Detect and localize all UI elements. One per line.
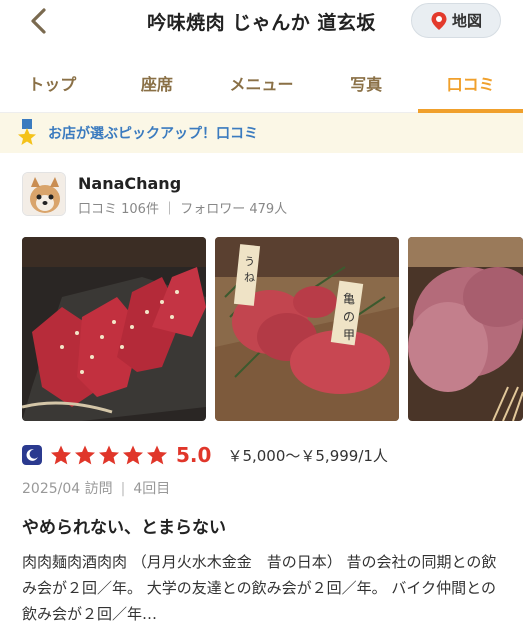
tab-seats[interactable]: 座席 xyxy=(105,57,210,112)
reviewer-name[interactable]: NanaChang xyxy=(78,174,181,193)
dinner-moon-icon xyxy=(22,445,42,465)
svg-text:ね: ね xyxy=(244,271,255,284)
rating-score: 5.0 xyxy=(176,443,212,467)
rating-row: 5.0 ￥5,000～￥5,999/1人 xyxy=(22,442,388,468)
star-icon xyxy=(75,445,95,465)
medal-icon xyxy=(18,119,36,145)
avatar[interactable] xyxy=(22,172,66,216)
map-pin-icon xyxy=(431,11,447,30)
star-icon xyxy=(147,445,167,465)
review-title[interactable]: やめられない、とまらない xyxy=(22,513,226,538)
svg-text:の: の xyxy=(343,310,355,324)
visit-info: 2025/04 訪問 | 4回目 xyxy=(22,478,170,498)
pickup-banner: お店が選ぶピックアップ！口コミ xyxy=(0,113,523,153)
top-bar: 吟味焼肉 じゃんか 道玄坂 地図 xyxy=(0,0,523,46)
star-icon xyxy=(51,445,71,465)
svg-text:亀: 亀 xyxy=(343,292,355,306)
map-button-label: 地図 xyxy=(451,12,482,30)
visit-count: 4回目 xyxy=(133,481,171,497)
svg-text:甲: 甲 xyxy=(343,328,355,342)
review-body[interactable]: 肉肉麺肉酒肉肉 （月月火水木金金 昔の日本） 昔の会社の同期との飲み会が２回／年… xyxy=(22,549,510,627)
star-icon xyxy=(99,445,119,465)
tab-bar: トップ 座席 メニュー 写真 口コミ xyxy=(0,57,523,113)
visit-date: 2025/04 訪問 xyxy=(22,481,113,497)
star-icon xyxy=(123,445,143,465)
map-button[interactable]: 地図 xyxy=(411,3,501,38)
tab-menu[interactable]: メニュー xyxy=(209,57,314,112)
pickup-label: お店が選ぶピックアップ！口コミ xyxy=(48,126,258,142)
review-photo-2[interactable]: う ね 亀 の 甲 xyxy=(215,237,399,421)
visit-separator: | xyxy=(120,481,126,497)
reviewer-meta: 口コミ 106件 ｜ フォロワー 479人 xyxy=(78,202,288,217)
tab-reviews[interactable]: 口コミ xyxy=(418,57,523,113)
dog-avatar-image xyxy=(23,173,65,215)
review-photo-1[interactable] xyxy=(22,237,206,421)
review-photos: う ね 亀 の 甲 xyxy=(22,237,523,421)
tab-top[interactable]: トップ xyxy=(0,57,105,112)
tab-photos[interactable]: 写真 xyxy=(314,57,419,112)
price-range: ￥5,000～￥5,999/1人 xyxy=(227,446,388,465)
svg-text:う: う xyxy=(244,255,255,268)
review-photo-3[interactable] xyxy=(408,237,523,421)
